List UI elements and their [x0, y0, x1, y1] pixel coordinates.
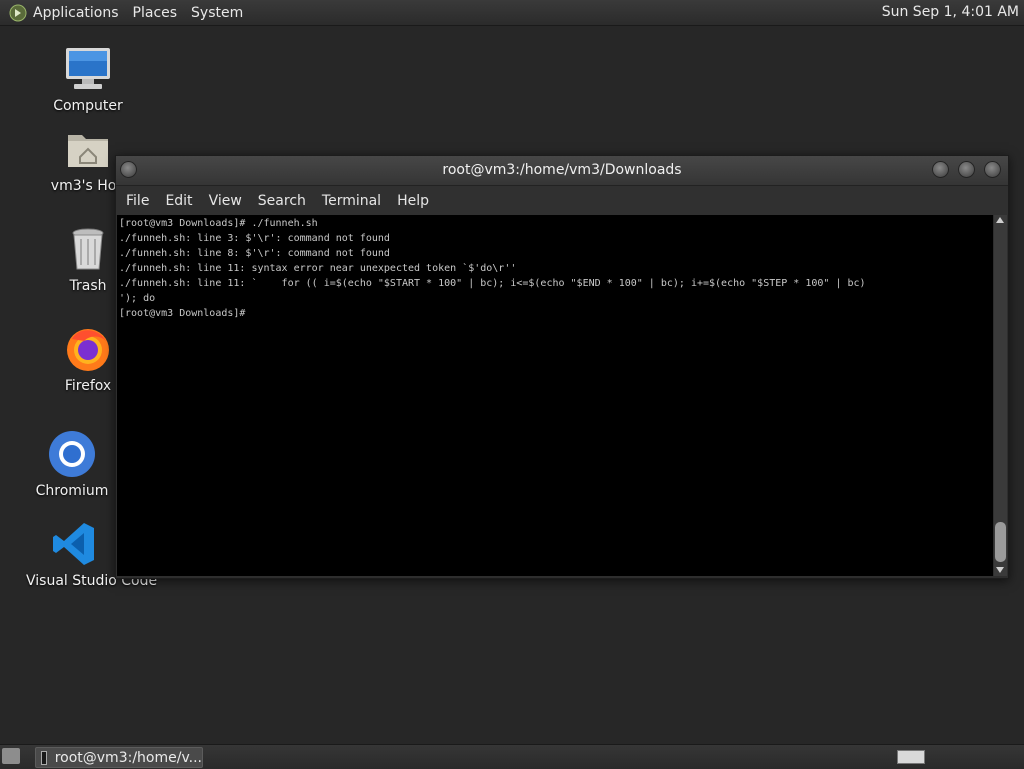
terminal-scrollbar[interactable]: [994, 215, 1007, 576]
menu-places[interactable]: Places: [133, 5, 178, 21]
workspace-switcher[interactable]: [897, 750, 925, 764]
bottom-panel: root@vm3:/home/v...: [0, 744, 1024, 769]
terminal-icon: [41, 750, 47, 765]
window-titlebar[interactable]: root@vm3:/home/vm3/Downloads: [116, 156, 1008, 186]
scroll-down-arrow-icon[interactable]: [996, 567, 1004, 573]
scroll-up-arrow-icon[interactable]: [996, 217, 1004, 223]
menu-search[interactable]: Search: [258, 193, 306, 209]
menu-file[interactable]: File: [126, 193, 149, 209]
clock[interactable]: Sun Sep 1, 4:01 AM: [882, 4, 1019, 20]
menu-applications[interactable]: Applications: [33, 5, 119, 21]
top-menu: Applications Places System: [0, 4, 257, 22]
terminal-prompt-line: [root@vm3 Downloads]#: [119, 308, 252, 319]
desktop-icon-chromium[interactable]: Chromium: [24, 430, 120, 499]
menu-edit[interactable]: Edit: [165, 193, 192, 209]
menu-system[interactable]: System: [191, 5, 243, 21]
menu-terminal[interactable]: Terminal: [322, 193, 381, 209]
menu-view[interactable]: View: [209, 193, 242, 209]
terminal-line: ./funneh.sh: line 3: $'\r': command not …: [119, 233, 390, 244]
home-folder-icon: [64, 125, 112, 173]
trash-icon: [64, 225, 112, 273]
desktop-icon-label: Chromium: [35, 483, 109, 499]
scrollbar-thumb[interactable]: [995, 522, 1006, 562]
vscode-icon: [50, 520, 98, 568]
terminal-text[interactable]: [root@vm3 Downloads]# ./funneh.sh ./funn…: [117, 215, 993, 322]
terminal-line: ./funneh.sh: line 11: ` for (( i=$(echo …: [119, 278, 866, 289]
desktop-icon-label: Visual Studio Code: [26, 573, 158, 589]
firefox-icon: [64, 325, 112, 373]
close-button[interactable]: [984, 161, 1001, 178]
chromium-icon: [48, 430, 96, 478]
computer-icon: [64, 45, 112, 93]
gnome-foot-icon[interactable]: [9, 4, 27, 22]
terminal-output[interactable]: [root@vm3 Downloads]# ./funneh.sh ./funn…: [117, 215, 993, 576]
show-desktop-icon[interactable]: [2, 748, 20, 764]
terminal-line: ./funneh.sh: line 8: $'\r': command not …: [119, 248, 390, 259]
terminal-menubar: File Edit View Search Terminal Help: [116, 186, 1008, 215]
menu-help[interactable]: Help: [397, 193, 429, 209]
terminal-window[interactable]: root@vm3:/home/vm3/Downloads File Edit V…: [115, 155, 1009, 579]
taskbar-label: root@vm3:/home/v...: [54, 749, 202, 766]
terminal-line: '); do: [119, 293, 156, 304]
maximize-button[interactable]: [958, 161, 975, 178]
minimize-button[interactable]: [932, 161, 949, 178]
terminal-line: [root@vm3 Downloads]# ./funneh.sh: [119, 218, 318, 229]
desktop-icon-computer[interactable]: Computer: [40, 45, 136, 114]
taskbar-terminal-button[interactable]: root@vm3:/home/v...: [35, 747, 203, 768]
desktop-icon-label: Computer: [53, 98, 123, 114]
desktop-icon-vscode[interactable]: Visual Studio Code: [26, 520, 158, 589]
top-panel: Applications Places System Sun Sep 1, 4:…: [0, 0, 1024, 26]
window-title: root@vm3:/home/vm3/Downloads: [442, 162, 682, 178]
terminal-line: ./funneh.sh: line 11: syntax error near …: [119, 263, 517, 274]
